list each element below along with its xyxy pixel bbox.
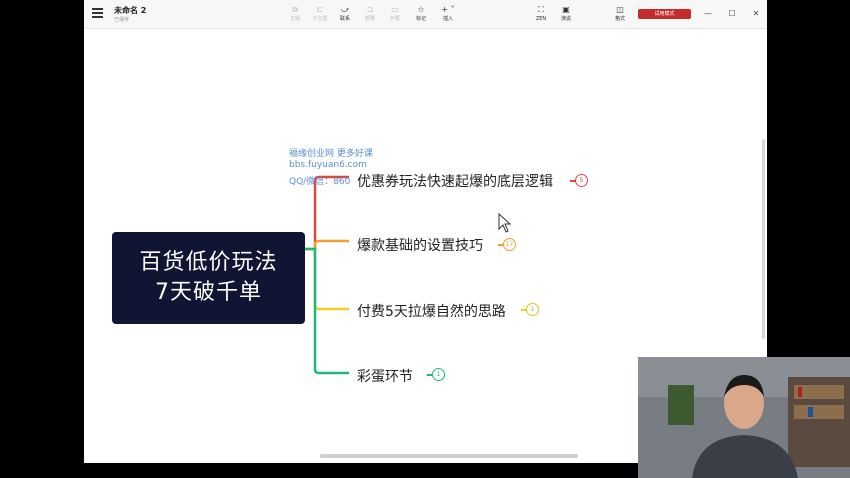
collapsed-count-badge-2[interactable]: 17 — [503, 238, 516, 251]
topic-icon: ⧉ — [292, 5, 298, 14]
branch-topic-easter-egg[interactable]: 彩蛋环节 — [357, 366, 413, 386]
root-title-line1: 百货低价玩法 — [139, 250, 278, 275]
connector-easter-egg — [305, 247, 349, 375]
collapsed-count-badge-1[interactable]: 5 — [575, 174, 588, 187]
branch-topic-bestseller-setup[interactable]: 爆款基础的设置技巧 — [357, 235, 483, 255]
title-bar: 未命名 2 已保存 ⧉ 主题 ⊏ 子主题 ⤻ 联系 ⊐ 概要 ▭ 外框 ☆ 标记… — [84, 0, 767, 29]
summary-label: 概要 — [364, 16, 375, 22]
horizontal-scrollbar[interactable] — [320, 454, 578, 458]
close-icon[interactable]: ✕ — [749, 7, 763, 21]
boundary-button[interactable]: ▭ 外框 — [383, 4, 407, 25]
subtopic-label: 子主题 — [312, 16, 328, 22]
topic-label: 主题 — [289, 16, 300, 22]
root-topic[interactable]: 百货低价玩法 7天破千单 — [112, 232, 305, 324]
collapsed-count-badge-4[interactable]: 1 — [432, 368, 445, 381]
format-icon: ◫ — [616, 5, 624, 14]
connector-paid-traffic — [305, 247, 349, 311]
format-button[interactable]: ◫ 格式 — [608, 4, 632, 25]
marker-button[interactable]: ☆ 标记 — [409, 4, 433, 25]
mouse-cursor-icon — [498, 213, 512, 233]
hamburger-menu-icon[interactable] — [92, 8, 103, 18]
summary-icon: ⊐ — [366, 5, 374, 14]
presenter-webcam-overlay — [638, 357, 850, 478]
subtopic-icon: ⊏ — [316, 5, 324, 14]
watermark-line-1: 福缘创业网 更多好课 — [289, 149, 373, 159]
document-title[interactable]: 未命名 2 — [114, 5, 146, 16]
root-title-line2: 7天破千单 — [155, 280, 262, 305]
save-status: 已保存 — [114, 17, 130, 23]
plus-icon: + ˅ — [441, 5, 455, 14]
zen-icon: ⛶ — [538, 5, 544, 14]
marker-label: 标记 — [415, 16, 426, 22]
relationship-label: 联系 — [339, 16, 350, 22]
pitch-icon: ▣ — [562, 5, 570, 14]
zen-button[interactable]: ⛶ ZEN — [529, 4, 553, 25]
pitch-button[interactable]: ▣ 演说 — [554, 4, 578, 25]
subtopic-button[interactable]: ⊏ 子主题 — [308, 4, 332, 25]
relationship-icon: ⤻ — [340, 5, 350, 14]
boundary-icon: ▭ — [391, 5, 399, 14]
star-icon: ☆ — [417, 5, 425, 14]
summary-button[interactable]: ⊐ 概要 — [358, 4, 382, 25]
presenter-webcam-image — [638, 357, 850, 478]
trial-mode-button[interactable]: 试用模式 — [638, 9, 691, 19]
topic-button[interactable]: ⧉ 主题 — [283, 4, 307, 25]
watermark-line-3: QQ/微信：860 — [289, 177, 351, 187]
watermark-line-2: bbs.fuyuan6.com — [289, 160, 367, 170]
minimize-icon[interactable]: — — [701, 7, 715, 21]
insert-label: 插入 — [442, 16, 453, 22]
connector-coupon-logic — [305, 175, 349, 251]
branch-topic-coupon-logic[interactable]: 优惠券玩法快速起爆的底层逻辑 — [357, 171, 553, 191]
collapsed-count-badge-3[interactable]: 1 — [526, 303, 539, 316]
zen-label: ZEN — [535, 16, 547, 22]
branch-topic-paid-traffic[interactable]: 付费5天拉爆自然的思路 — [357, 301, 506, 321]
boundary-label: 外框 — [389, 16, 400, 22]
pitch-label: 演说 — [560, 16, 571, 22]
vertical-scrollbar[interactable] — [762, 139, 765, 339]
maximize-icon[interactable]: ☐ — [725, 7, 739, 21]
relationship-button[interactable]: ⤻ 联系 — [333, 4, 357, 25]
format-label: 格式 — [614, 16, 625, 22]
insert-button[interactable]: + ˅ 插入 — [436, 4, 460, 25]
